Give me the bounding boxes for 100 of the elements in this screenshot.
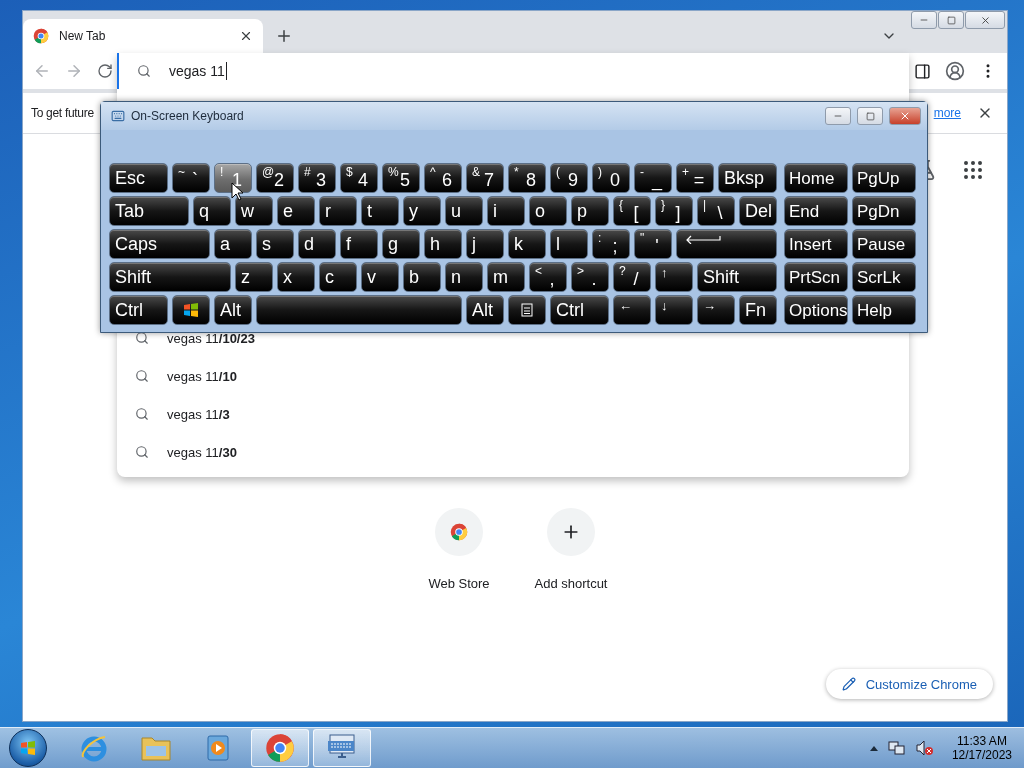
- keyboard-key[interactable]: Del: [739, 196, 777, 226]
- keyboard-key[interactable]: @2: [256, 163, 294, 193]
- keyboard-key[interactable]: Ctrl: [550, 295, 609, 325]
- keyboard-key[interactable]: ? /: [613, 262, 651, 292]
- keyboard-key[interactable]: ~ `: [172, 163, 210, 193]
- keyboard-key[interactable]: ←: [613, 295, 651, 325]
- keyboard-key[interactable]: y: [403, 196, 441, 226]
- keyboard-key[interactable]: Caps: [109, 229, 210, 259]
- suggestion-item[interactable]: vegas 11/3: [117, 395, 909, 433]
- close-button[interactable]: [889, 107, 921, 125]
- keyboard-key[interactable]: $ 4: [340, 163, 378, 193]
- start-button[interactable]: [9, 729, 47, 767]
- keyboard-key[interactable]: | \: [697, 196, 735, 226]
- keyboard-key[interactable]: & 7: [466, 163, 504, 193]
- keyboard-key[interactable]: p: [571, 196, 609, 226]
- keyboard-key[interactable]: ) 0: [592, 163, 630, 193]
- keyboard-key[interactable]: # 3: [298, 163, 336, 193]
- keyboard-key[interactable]: PgDn: [852, 196, 917, 226]
- keyboard-key[interactable]: w: [235, 196, 273, 226]
- keyboard-key[interactable]: v: [361, 262, 399, 292]
- keyboard-key[interactable]: Esc: [109, 163, 168, 193]
- show-hidden-icons-icon[interactable]: [869, 745, 878, 751]
- keyboard-key[interactable]: z: [235, 262, 273, 292]
- keyboard-key[interactable]: ScrLk: [852, 262, 917, 292]
- profile-icon[interactable]: [945, 61, 965, 81]
- keyboard-key[interactable]: Bksp: [718, 163, 777, 193]
- minimize-button[interactable]: [825, 107, 851, 125]
- keyboard-key[interactable]: [508, 295, 546, 325]
- keyboard-key[interactable]: r: [319, 196, 357, 226]
- apps-grid-icon[interactable]: [961, 158, 985, 182]
- keyboard-key[interactable]: e: [277, 196, 315, 226]
- keyboard-key[interactable]: m: [487, 262, 525, 292]
- keyboard-key[interactable]: Insert: [784, 229, 849, 259]
- address-field[interactable]: vegas 11: [117, 53, 909, 89]
- suggestion-item[interactable]: vegas 11/30: [117, 433, 909, 471]
- side-panel-icon[interactable]: [914, 62, 931, 80]
- keyboard-key[interactable]: ↓: [655, 295, 693, 325]
- keyboard-key[interactable]: * 8: [508, 163, 546, 193]
- suggestion-item[interactable]: vegas 11/10: [117, 357, 909, 395]
- keyboard-key[interactable]: Tab: [109, 196, 189, 226]
- keyboard-key[interactable]: Fn: [739, 295, 777, 325]
- minimize-button[interactable]: [911, 11, 937, 29]
- keyboard-key[interactable]: l: [550, 229, 588, 259]
- maximize-button[interactable]: [938, 11, 964, 29]
- keyboard-key[interactable]: x: [277, 262, 315, 292]
- keyboard-key[interactable]: Alt: [214, 295, 252, 325]
- keyboard-key[interactable]: Help: [852, 295, 917, 325]
- keyboard-key[interactable]: < ,: [529, 262, 567, 292]
- shortcut-tile[interactable]: Add shortcut: [527, 508, 615, 591]
- keyboard-key[interactable]: [172, 295, 210, 325]
- keyboard-key[interactable]: h: [424, 229, 462, 259]
- volume-muted-icon[interactable]: [915, 740, 934, 756]
- keyboard-key[interactable]: i: [487, 196, 525, 226]
- keyboard-key[interactable]: d: [298, 229, 336, 259]
- keyboard-key[interactable]: %5: [382, 163, 420, 193]
- keyboard-key[interactable]: →: [697, 295, 735, 325]
- keyboard-key[interactable]: ↑: [655, 262, 693, 292]
- keyboard-key[interactable]: t: [361, 196, 399, 226]
- keyboard-key[interactable]: ! 1: [214, 163, 252, 193]
- keyboard-key[interactable]: + =: [676, 163, 714, 193]
- keyboard-key[interactable]: a: [214, 229, 252, 259]
- maximize-button[interactable]: [857, 107, 883, 125]
- shortcut-tile[interactable]: Web Store: [415, 508, 503, 591]
- keyboard-key[interactable]: Pause: [852, 229, 917, 259]
- keyboard-key[interactable]: u: [445, 196, 483, 226]
- keyboard-key[interactable]: } ]: [655, 196, 693, 226]
- keyboard-key[interactable]: k: [508, 229, 546, 259]
- keyboard-key[interactable]: c: [319, 262, 357, 292]
- taskbar-app-button[interactable]: [313, 729, 371, 767]
- close-tab-icon[interactable]: [239, 29, 253, 43]
- keyboard-key[interactable]: PrtScn: [784, 262, 849, 292]
- keyboard-key[interactable]: > .: [571, 262, 609, 292]
- keyboard-key[interactable]: ^ 6: [424, 163, 462, 193]
- keyboard-key[interactable]: g: [382, 229, 420, 259]
- keyboard-key[interactable]: ( 9: [550, 163, 588, 193]
- taskbar-app-button[interactable]: [251, 729, 309, 767]
- browser-tab[interactable]: New Tab: [23, 19, 263, 53]
- network-icon[interactable]: [887, 740, 906, 756]
- keyboard-key[interactable]: End: [784, 196, 849, 226]
- close-button[interactable]: [965, 11, 1005, 29]
- keyboard-key[interactable]: " ': [634, 229, 672, 259]
- customize-chrome-button[interactable]: Customize Chrome: [825, 669, 993, 699]
- keyboard-key[interactable]: o: [529, 196, 567, 226]
- reload-icon[interactable]: [97, 63, 113, 79]
- keyboard-key[interactable]: q: [193, 196, 231, 226]
- keyboard-key[interactable]: n: [445, 262, 483, 292]
- keyboard-key[interactable]: Alt: [466, 295, 504, 325]
- keyboard-key[interactable]: Home: [784, 163, 849, 193]
- keyboard-key[interactable]: j: [466, 229, 504, 259]
- learn-more-link[interactable]: more: [933, 106, 961, 120]
- keyboard-key[interactable]: PgUp: [852, 163, 917, 193]
- keyboard-key[interactable]: Options: [784, 295, 849, 325]
- keyboard-key[interactable]: Shift: [109, 262, 231, 292]
- keyboard-key[interactable]: Shift: [697, 262, 777, 292]
- keyboard-key[interactable]: b: [403, 262, 441, 292]
- keyboard-key[interactable]: s: [256, 229, 294, 259]
- keyboard-key[interactable]: { [: [613, 196, 651, 226]
- keyboard-key[interactable]: : ;: [592, 229, 630, 259]
- new-tab-icon[interactable]: [275, 27, 293, 45]
- keyboard-key[interactable]: [676, 229, 777, 259]
